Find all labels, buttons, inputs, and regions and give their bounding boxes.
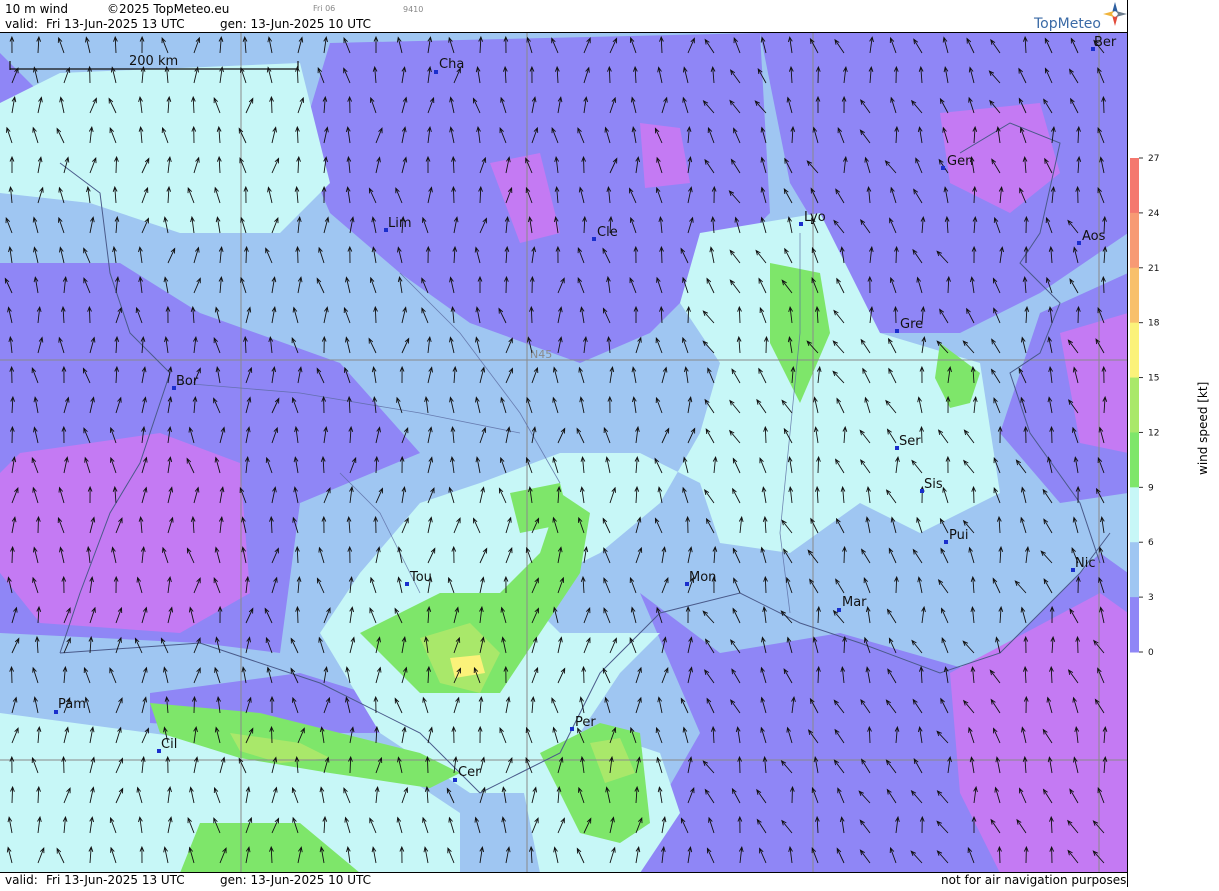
city-cer[interactable]: Cer xyxy=(453,765,481,782)
legend-band xyxy=(1130,487,1139,543)
city-pam[interactable]: Pam xyxy=(54,697,86,714)
small-code: 9410 xyxy=(403,5,424,14)
legend-tick-label: 21 xyxy=(1148,264,1159,274)
svg-text:Cha: Cha xyxy=(439,57,464,72)
legend-tick-label: 27 xyxy=(1148,154,1159,164)
legend-band xyxy=(1130,158,1139,214)
svg-text:Ber: Ber xyxy=(1094,35,1117,50)
legend-band xyxy=(1130,377,1139,433)
city-sis[interactable]: Sis xyxy=(920,477,943,493)
topmeteo-logo: TopMeteo xyxy=(1034,16,1101,32)
small-tag: Fri 06 xyxy=(313,4,336,13)
city-aos[interactable]: Aos xyxy=(1077,229,1106,245)
legend-band xyxy=(1130,322,1139,379)
valid-time: Fri 13-Jun-2025 13 UTC xyxy=(46,17,185,31)
legend-tick-label: 3 xyxy=(1148,593,1154,603)
legend-tick-label: 6 xyxy=(1148,538,1154,548)
svg-text:Per: Per xyxy=(575,715,596,730)
svg-text:Lim: Lim xyxy=(388,216,412,231)
scale-bar-label: 200 km xyxy=(129,54,178,69)
product-title: 10 m wind xyxy=(5,2,68,16)
legend-band xyxy=(1130,267,1139,324)
compass-icon xyxy=(1103,2,1127,26)
svg-text:Aos: Aos xyxy=(1082,229,1106,244)
copyright-text: ©2025 TopMeteo.eu xyxy=(107,2,230,16)
map-top-border xyxy=(0,32,1128,33)
city-mar[interactable]: Mar xyxy=(837,595,867,612)
legend-band xyxy=(1130,597,1139,653)
svg-text:Cil: Cil xyxy=(161,737,177,752)
svg-text:Pui: Pui xyxy=(949,528,968,543)
svg-text:Mar: Mar xyxy=(842,595,867,610)
svg-text:Cle: Cle xyxy=(597,225,618,240)
logo-text: TopMeteo xyxy=(1034,16,1101,32)
svg-text:Gen: Gen xyxy=(947,154,973,169)
disclaimer: not for air navigation purposes xyxy=(941,873,1127,887)
wind-map[interactable]: N45 200 km Cha Ber Gen Lim Cle Lyo Aos G… xyxy=(0,33,1128,873)
svg-text:Gre: Gre xyxy=(900,317,923,332)
city-cil[interactable]: Cil xyxy=(157,737,177,753)
svg-text:Cer: Cer xyxy=(458,765,481,780)
legend-band xyxy=(1130,432,1139,488)
svg-text:Pam: Pam xyxy=(58,697,86,712)
svg-text:Mon: Mon xyxy=(689,570,716,585)
svg-text:Nic: Nic xyxy=(1075,556,1095,571)
city-tou[interactable]: Tou xyxy=(405,570,432,586)
svg-text:Lyo: Lyo xyxy=(804,210,826,225)
svg-text:Bor: Bor xyxy=(176,374,199,389)
legend-tick-label: 24 xyxy=(1148,209,1160,219)
latitude-label: N45 xyxy=(530,348,552,361)
legend-band xyxy=(1130,542,1139,598)
svg-text:Tou: Tou xyxy=(409,570,432,585)
legend-title: wind speed [kt] xyxy=(1196,381,1210,475)
city-ber[interactable]: Ber xyxy=(1091,35,1117,51)
city-cha[interactable]: Cha xyxy=(434,57,464,74)
city-ser[interactable]: Ser xyxy=(895,434,921,450)
legend-tick-label: 15 xyxy=(1148,374,1159,384)
legend-tick-label: 0 xyxy=(1148,648,1154,658)
svg-text:Sis: Sis xyxy=(924,477,943,492)
valid-label: valid: xyxy=(5,17,38,31)
generation-time: gen: 13-Jun-2025 10 UTC xyxy=(220,17,372,31)
footer-generation-time: gen: 13-Jun-2025 10 UTC xyxy=(220,873,372,887)
footer-valid-time: Fri 13-Jun-2025 13 UTC xyxy=(46,873,185,887)
city-lim[interactable]: Lim xyxy=(384,216,412,232)
svg-text:Ser: Ser xyxy=(899,434,921,449)
legend-tick-label: 12 xyxy=(1148,428,1159,438)
city-nic[interactable]: Nic xyxy=(1071,556,1095,572)
footer-valid-label: valid: xyxy=(5,873,38,887)
city-gre[interactable]: Gre xyxy=(895,317,923,333)
city-mon[interactable]: Mon xyxy=(685,570,716,586)
city-bor[interactable]: Bor xyxy=(172,374,199,390)
legend-tick-label: 9 xyxy=(1148,483,1154,493)
legend-tick-label: 18 xyxy=(1148,319,1160,329)
legend-band xyxy=(1130,212,1139,269)
